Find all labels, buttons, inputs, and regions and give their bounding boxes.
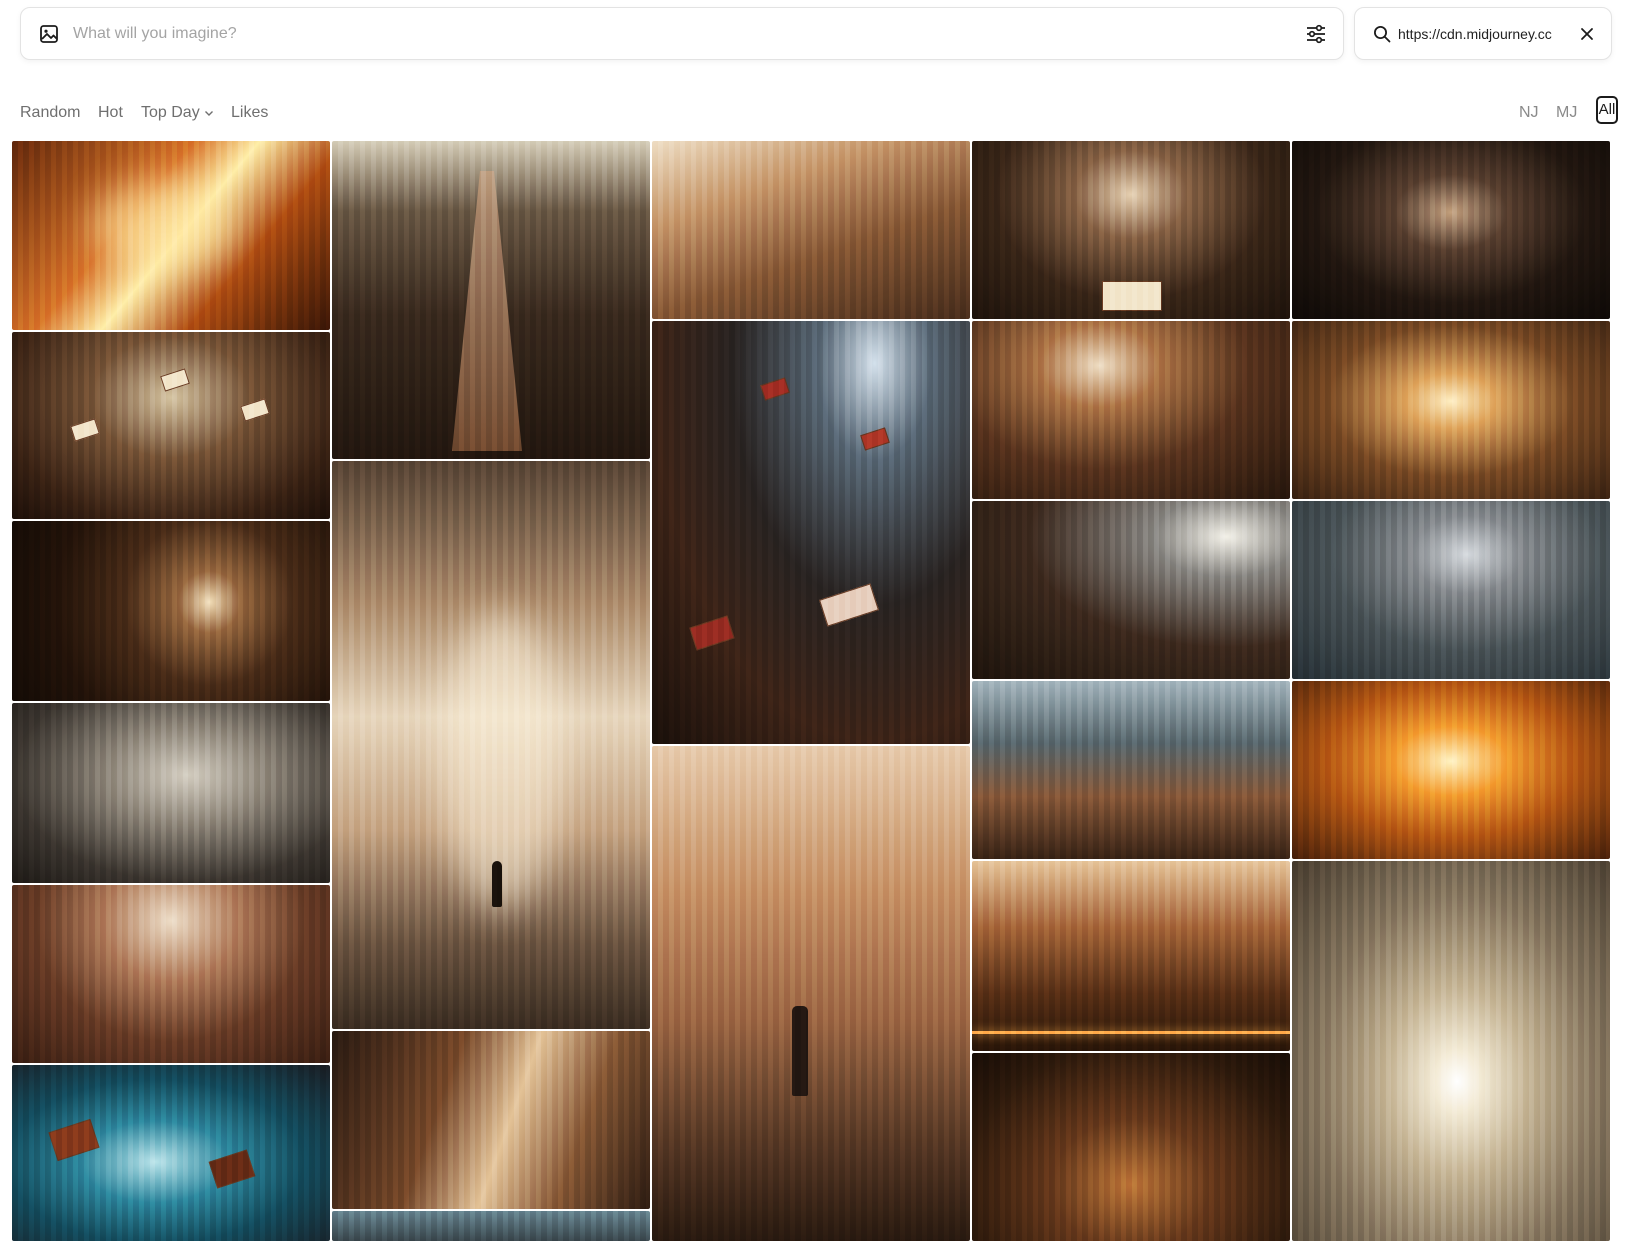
image-gallery [12, 141, 1620, 1241]
filter-top-day-label: Top Day [141, 104, 200, 121]
chevron-down-icon [204, 110, 213, 116]
gallery-image[interactable] [972, 321, 1290, 499]
url-search-input[interactable] [1398, 17, 1566, 51]
gallery-image[interactable] [12, 332, 330, 519]
top-bar [0, 0, 1632, 80]
gallery-image[interactable] [1292, 141, 1610, 319]
prompt-bar[interactable] [20, 7, 1344, 60]
gallery-image[interactable] [972, 1053, 1290, 1241]
filter-likes[interactable]: Likes [231, 104, 268, 122]
sliders-icon[interactable] [1305, 23, 1327, 45]
prompt-input[interactable] [73, 16, 1273, 52]
close-icon[interactable] [1579, 26, 1595, 42]
gallery-image[interactable] [12, 141, 330, 330]
source-mj[interactable]: MJ [1556, 104, 1577, 122]
gallery-image[interactable] [332, 1031, 650, 1209]
gallery-image[interactable] [1292, 861, 1610, 1241]
filter-bar: Random Hot Top Day Likes NJ MJ All [0, 96, 1632, 130]
search-icon [1374, 26, 1391, 43]
filter-top-day[interactable]: Top Day [141, 104, 214, 122]
gallery-image[interactable] [12, 703, 330, 883]
filter-hot[interactable]: Hot [98, 104, 123, 122]
gallery-image[interactable] [332, 1211, 650, 1241]
url-search-bar[interactable] [1354, 7, 1612, 60]
gallery-image[interactable] [972, 681, 1290, 859]
gallery-image[interactable] [12, 521, 330, 701]
gallery-image[interactable] [1292, 321, 1610, 499]
gallery-image[interactable] [332, 141, 650, 459]
filter-random[interactable]: Random [20, 104, 80, 122]
gallery-image[interactable] [12, 885, 330, 1063]
source-nj[interactable]: NJ [1519, 104, 1539, 122]
gallery-image[interactable] [972, 141, 1290, 319]
gallery-image[interactable] [1292, 501, 1610, 679]
gallery-image[interactable] [652, 321, 970, 744]
gallery-image[interactable] [12, 1065, 330, 1241]
gallery-image[interactable] [1292, 681, 1610, 859]
source-all[interactable]: All [1596, 96, 1618, 124]
gallery-image[interactable] [652, 141, 970, 319]
gallery-image[interactable] [972, 861, 1290, 1051]
image-icon[interactable] [39, 24, 59, 44]
gallery-image[interactable] [332, 461, 650, 1029]
gallery-image[interactable] [972, 501, 1290, 679]
gallery-image[interactable] [652, 746, 970, 1241]
